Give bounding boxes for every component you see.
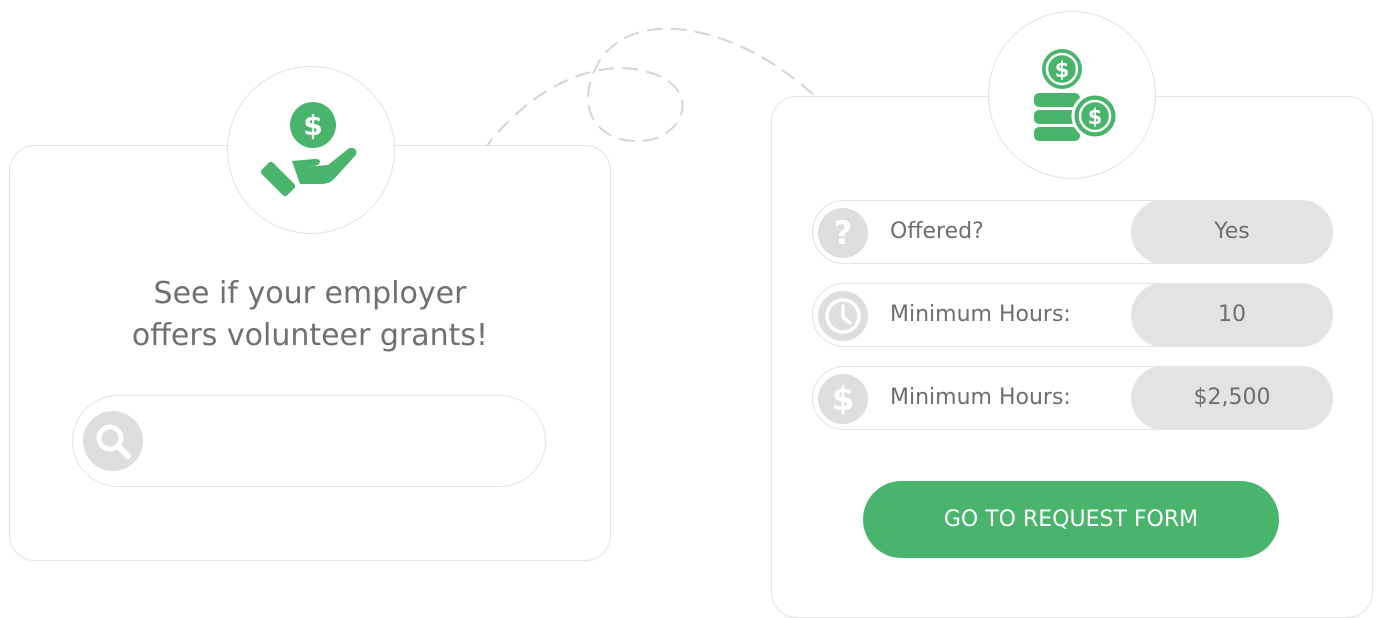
hand-holding-dollar-badge: $ <box>227 66 395 234</box>
question-icon: ? <box>818 208 868 258</box>
hand-holding-dollar-icon: $ <box>260 102 357 197</box>
svg-text:$: $ <box>1055 58 1070 82</box>
offered-value: Yes <box>1131 200 1333 264</box>
svg-text:$: $ <box>303 109 322 142</box>
search-input[interactable] <box>157 416 521 468</box>
offered-row: ? Offered? Yes <box>812 200 1333 264</box>
offered-label: Offered? <box>890 219 984 244</box>
coin-stack-icon: $ $ <box>1034 49 1119 141</box>
dollar-icon: $ <box>818 374 868 424</box>
headline-line-1: See if your employer <box>153 276 467 311</box>
minimum-amount-label: Minimum Hours: <box>890 385 1071 410</box>
minimum-hours-row: Minimum Hours: 10 <box>812 283 1333 347</box>
minimum-hours-value: 10 <box>1131 283 1333 347</box>
headline: See if your employer offers volunteer gr… <box>60 273 560 357</box>
minimum-amount-row: $ Minimum Hours: $2,500 <box>812 366 1333 430</box>
headline-line-2: offers volunteer grants! <box>131 318 489 353</box>
svg-text:$: $ <box>832 380 854 418</box>
clock-icon <box>818 291 868 341</box>
minimum-amount-value: $2,500 <box>1131 366 1333 430</box>
svg-text:?: ? <box>834 214 853 252</box>
coin-stack-badge: $ $ <box>988 11 1156 179</box>
employer-search-box[interactable] <box>72 395 546 487</box>
minimum-hours-label: Minimum Hours: <box>890 302 1071 327</box>
search-icon <box>83 411 143 471</box>
go-to-request-form-button[interactable]: GO TO REQUEST FORM <box>863 481 1279 558</box>
svg-text:$: $ <box>1088 105 1103 129</box>
